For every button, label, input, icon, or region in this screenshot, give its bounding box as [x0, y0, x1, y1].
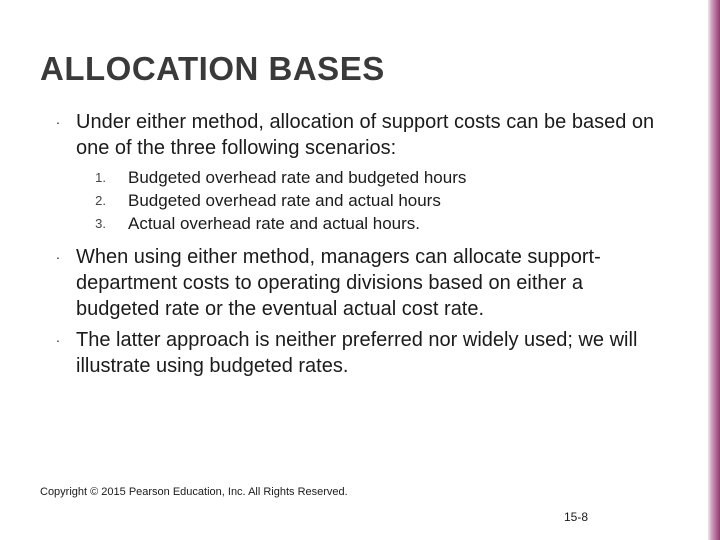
bullet-item: · The latter approach is neither preferr…	[40, 328, 668, 379]
bullet-marker: ·	[40, 245, 76, 322]
list-item: 2. Budgeted overhead rate and actual hou…	[40, 190, 668, 212]
numbered-list: 1. Budgeted overhead rate and budgeted h…	[40, 167, 668, 235]
slide-title: ALLOCATION BASES	[40, 50, 668, 88]
bullet-text: The latter approach is neither preferred…	[76, 328, 668, 379]
list-text: Budgeted overhead rate and budgeted hour…	[128, 167, 466, 189]
list-marker: 1.	[40, 167, 128, 189]
bullet-text: When using either method, managers can a…	[76, 245, 668, 322]
list-marker: 3.	[40, 213, 128, 235]
copyright: Copyright © 2015 Pearson Education, Inc.…	[40, 486, 348, 498]
accent-bar	[708, 0, 720, 540]
bullet-text: Under either method, allocation of suppo…	[76, 110, 668, 161]
bullet-item: · When using either method, managers can…	[40, 245, 668, 322]
slide-body: · Under either method, allocation of sup…	[40, 110, 668, 379]
slide: ALLOCATION BASES · Under either method, …	[0, 0, 708, 540]
list-text: Actual overhead rate and actual hours.	[128, 213, 420, 235]
bullet-marker: ·	[40, 328, 76, 379]
list-item: 1. Budgeted overhead rate and budgeted h…	[40, 167, 668, 189]
bullet-marker: ·	[40, 110, 76, 161]
list-text: Budgeted overhead rate and actual hours	[128, 190, 441, 212]
slide-number: 15-8	[564, 510, 588, 524]
list-marker: 2.	[40, 190, 128, 212]
bullet-item: · Under either method, allocation of sup…	[40, 110, 668, 161]
list-item: 3. Actual overhead rate and actual hours…	[40, 213, 668, 235]
